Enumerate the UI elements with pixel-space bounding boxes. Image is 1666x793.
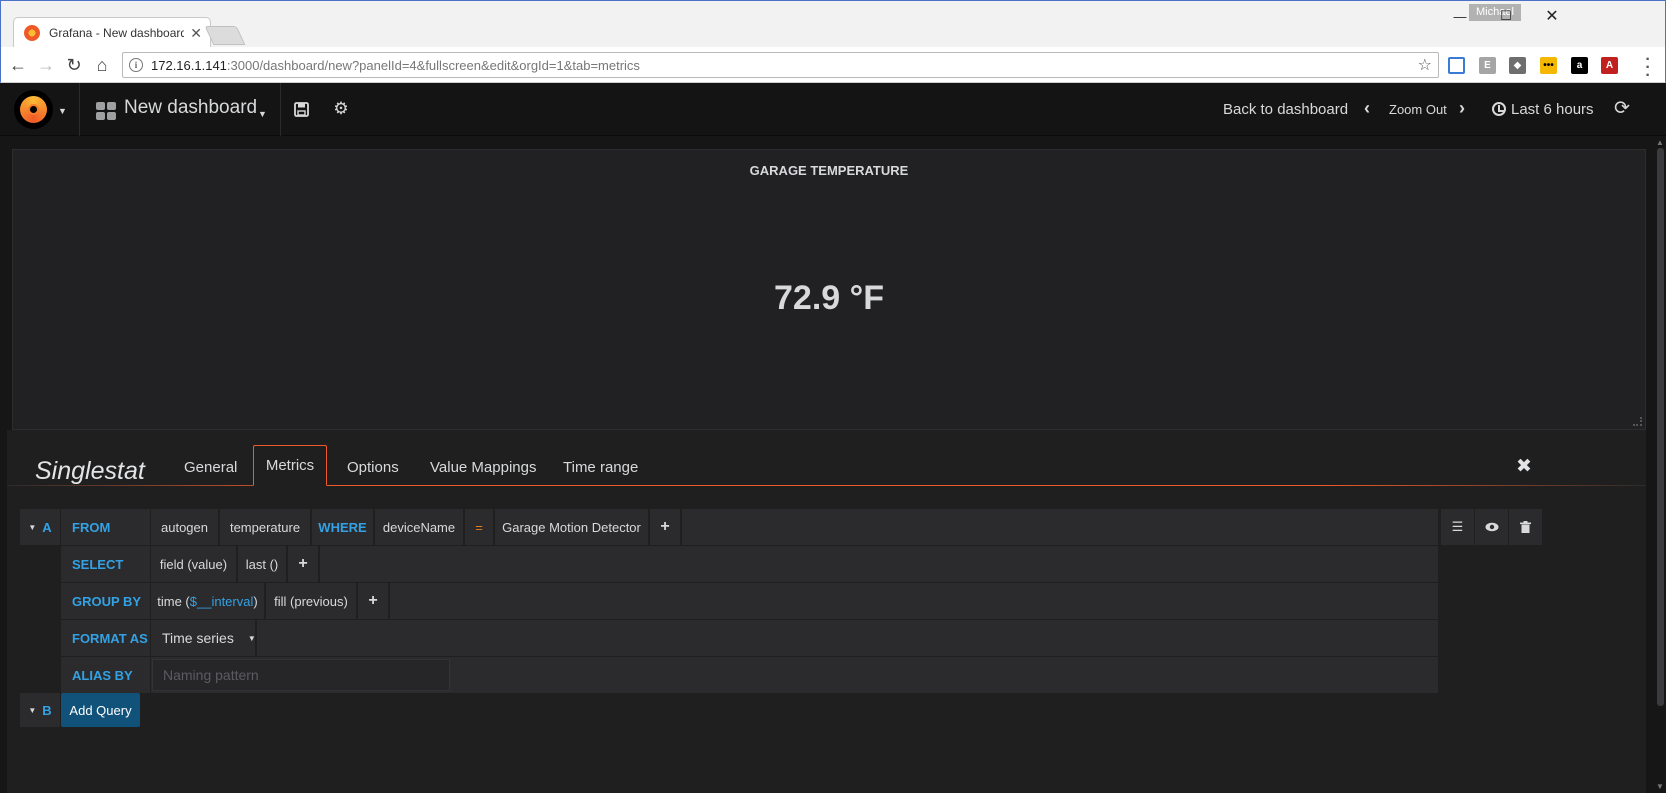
tag-value-segment[interactable]: Garage Motion Detector bbox=[495, 509, 650, 545]
logo-caret-icon[interactable]: ▼ bbox=[58, 106, 67, 116]
retention-policy-segment[interactable]: autogen bbox=[151, 509, 220, 545]
pdf-extension-icon[interactable]: A bbox=[1601, 57, 1618, 74]
tab-metrics[interactable]: Metrics bbox=[253, 445, 327, 486]
cast-extension-icon[interactable] bbox=[1448, 57, 1465, 74]
singlestat-panel[interactable]: GARAGE TEMPERATURE 72.9 °F bbox=[12, 149, 1646, 430]
panel-resize-handle-icon[interactable] bbox=[1633, 417, 1642, 426]
browser-menu-icon[interactable]: · · · bbox=[1643, 52, 1653, 84]
time-range-picker[interactable]: Last 6 hours bbox=[1511, 101, 1594, 118]
dashboard-grid-icon bbox=[96, 102, 116, 120]
scroll-down-icon[interactable]: ▼ bbox=[1656, 782, 1664, 791]
query-row-group-by: GROUP BY time ($__interval) fill (previo… bbox=[20, 583, 1440, 619]
tab-general[interactable]: General bbox=[170, 448, 251, 487]
dashboard-caret-icon[interactable]: ▼ bbox=[258, 109, 267, 119]
group-time-segment[interactable]: time ($__interval) bbox=[151, 583, 266, 619]
scroll-up-icon[interactable]: ▲ bbox=[1656, 138, 1664, 147]
tab-close-icon[interactable]: ✕ bbox=[190, 26, 202, 40]
window-close-icon[interactable]: ✕ bbox=[1529, 6, 1575, 26]
editor-close-icon[interactable]: ✖ bbox=[1516, 455, 1532, 478]
home-icon[interactable]: ⌂ bbox=[91, 54, 113, 76]
alias-input[interactable]: Naming pattern bbox=[152, 659, 450, 691]
query-row-alias-by: ALIAS BY Naming pattern bbox=[20, 657, 1440, 693]
dashboard-title[interactable]: New dashboard bbox=[124, 97, 257, 119]
shield-extension-icon[interactable]: ◆ bbox=[1509, 57, 1526, 74]
delete-query-trash-icon[interactable] bbox=[1509, 509, 1542, 545]
zoom-out-button[interactable]: Zoom Out bbox=[1389, 102, 1447, 117]
panel-value: 72.9 °F bbox=[774, 279, 884, 317]
query-row-select: SELECT field (value) last () + bbox=[20, 546, 1440, 582]
query-letter-b[interactable]: ▼ B bbox=[20, 693, 60, 727]
dashboard-content: GARAGE TEMPERATURE 72.9 °F ▲ ▼ Singlesta… bbox=[0, 136, 1666, 793]
format-as-keyword: FORMAT AS bbox=[61, 620, 150, 656]
tab-value-mappings[interactable]: Value Mappings bbox=[416, 448, 550, 487]
panel-title[interactable]: GARAGE TEMPERATURE bbox=[13, 163, 1645, 178]
query-row-format-as: FORMAT AS Time series ▼ bbox=[20, 620, 1440, 656]
reload-icon[interactable]: ↻ bbox=[63, 54, 85, 76]
maximize-icon[interactable]: ☐ bbox=[1483, 6, 1529, 26]
browser-tab[interactable]: Grafana - New dashboard ✕ bbox=[13, 17, 211, 48]
from-keyword: FROM bbox=[61, 509, 150, 545]
alias-by-keyword: ALIAS BY bbox=[61, 657, 150, 693]
grafana-logo-icon[interactable] bbox=[14, 90, 53, 129]
select-field-segment[interactable]: field (value) bbox=[151, 546, 238, 582]
add-query-button[interactable]: Add Query bbox=[61, 693, 140, 727]
bookmark-star-icon[interactable]: ☆ bbox=[1418, 55, 1432, 75]
grafana-favicon-icon bbox=[24, 25, 40, 41]
add-select-plus-icon[interactable]: + bbox=[288, 546, 320, 582]
url-host: 172.16.1.141 bbox=[151, 57, 227, 73]
address-bar[interactable]: i 172.16.1.141:3000/dashboard/new?panelI… bbox=[122, 52, 1439, 78]
minimize-icon[interactable]: — bbox=[1437, 6, 1483, 26]
tab-time-range[interactable]: Time range bbox=[549, 448, 652, 487]
panel-type-title: Singlestat bbox=[35, 457, 145, 485]
where-keyword: WHERE bbox=[312, 509, 375, 545]
browser-tab-strip: Grafana - New dashboard ✕ Michael — ☐ ✕ bbox=[0, 0, 1666, 48]
browser-tab-title: Grafana - New dashboard bbox=[49, 26, 185, 40]
query-row-b: ▼ B Add Query bbox=[20, 693, 150, 729]
refresh-icon[interactable]: ⟳ bbox=[1614, 97, 1630, 120]
add-where-plus-icon[interactable]: + bbox=[650, 509, 682, 545]
time-forward-chevron-icon[interactable]: › bbox=[1459, 98, 1465, 119]
browser-toolbar: ← → ↻ ⌂ i 172.16.1.141:3000/dashboard/ne… bbox=[0, 47, 1666, 84]
save-icon[interactable] bbox=[291, 99, 311, 119]
format-caret-icon: ▼ bbox=[247, 633, 256, 643]
format-as-select[interactable]: Time series ▼ bbox=[151, 620, 257, 656]
info-icon[interactable]: i bbox=[129, 58, 143, 72]
query-menu-icon[interactable]: ☰ bbox=[1441, 509, 1474, 545]
add-group-by-plus-icon[interactable]: + bbox=[358, 583, 390, 619]
tab-options[interactable]: Options bbox=[333, 448, 413, 487]
query-row-from: ▼ A FROM autogen temperature WHERE device… bbox=[20, 509, 1542, 545]
toggle-visibility-eye-icon[interactable] bbox=[1475, 509, 1508, 545]
scrollbar-thumb[interactable] bbox=[1657, 148, 1664, 706]
operator-segment[interactable]: = bbox=[465, 509, 495, 545]
url-path: :3000/dashboard/new?panelId=4&fullscreen… bbox=[226, 57, 640, 73]
time-back-chevron-icon[interactable]: ‹ bbox=[1364, 98, 1370, 119]
grafana-navbar: ▼ New dashboard ▼ ⚙ Back to dashboard ‹ … bbox=[0, 83, 1666, 136]
measurement-segment[interactable]: temperature bbox=[220, 509, 312, 545]
group-fill-segment[interactable]: fill (previous) bbox=[266, 583, 358, 619]
back-arrow-icon[interactable]: ← bbox=[7, 54, 29, 76]
group-by-keyword: GROUP BY bbox=[61, 583, 150, 619]
forward-arrow-icon[interactable]: → bbox=[35, 54, 57, 76]
panel-editor: Singlestat General Metrics Options Value… bbox=[7, 430, 1646, 793]
select-keyword: SELECT bbox=[61, 546, 150, 582]
clock-icon bbox=[1492, 102, 1506, 116]
lastpass-extension-icon[interactable]: ••• bbox=[1540, 57, 1557, 74]
tag-key-segment[interactable]: deviceName bbox=[375, 509, 465, 545]
amazon-extension-icon[interactable]: a bbox=[1571, 57, 1588, 74]
settings-gear-icon[interactable]: ⚙ bbox=[331, 99, 351, 119]
evernote-extension-icon[interactable]: E bbox=[1479, 57, 1496, 74]
select-function-segment[interactable]: last () bbox=[238, 546, 288, 582]
query-letter-a[interactable]: ▼ A bbox=[20, 509, 60, 545]
back-to-dashboard-button[interactable]: Back to dashboard bbox=[1223, 101, 1348, 118]
